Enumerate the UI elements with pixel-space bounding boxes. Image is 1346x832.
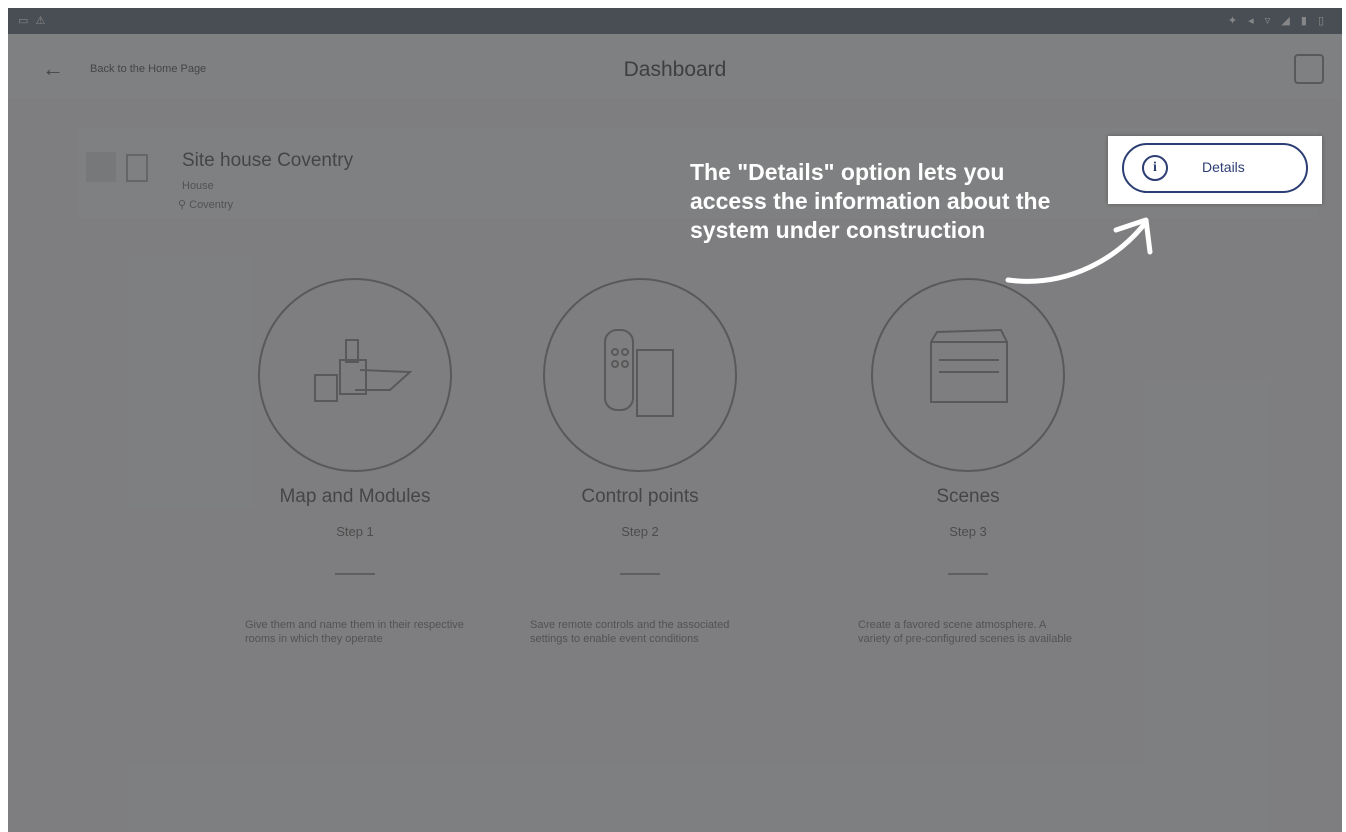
step-divider <box>948 573 988 575</box>
step-description: Give them and name them in their respect… <box>245 619 464 645</box>
profile-icon[interactable] <box>1294 54 1324 84</box>
status-icons: ✦ ◂ ▿ ◢ ▮ ▯ <box>1227 15 1328 27</box>
step-title: Scenes <box>936 486 1000 507</box>
callout-arrow-icon <box>1005 217 1153 284</box>
app-screen: ▭ ⚠ ✦ ◂ ▿ ◢ ▮ ▯ ← Back to the Home Page … <box>8 8 1342 832</box>
step-number: Step 2 <box>621 524 659 539</box>
step-description: Create a favored scene atmosphere. A var… <box>858 619 1073 645</box>
site-thumbnail <box>86 152 116 182</box>
scene-icon[interactable] <box>871 278 1065 472</box>
step-number: Step 3 <box>949 524 987 539</box>
details-highlight: i Details <box>1108 136 1322 204</box>
status-left: ▭ ⚠ <box>18 15 48 27</box>
step-title: Map and Modules <box>279 486 431 507</box>
modules-icon[interactable] <box>258 278 452 472</box>
step-divider <box>620 573 660 575</box>
page-title: Dashboard <box>623 58 727 81</box>
site-type: House <box>182 180 214 192</box>
location-pin-icon: ⚲ <box>178 199 187 211</box>
step-description: Save remote controls and the associated … <box>530 619 730 645</box>
info-icon: i <box>1142 155 1168 181</box>
site-building-icon <box>126 154 148 182</box>
status-bar: ▭ ⚠ ✦ ◂ ▿ ◢ ▮ ▯ <box>8 8 1342 34</box>
step-card-control-points[interactable]: Control points Step 2 Save remote contro… <box>490 278 790 698</box>
step-title: Control points <box>581 486 699 507</box>
site-location-label: Coventry <box>189 199 234 211</box>
site-location: ⚲ Coventry <box>178 198 233 211</box>
site-name: Site house Coventry <box>182 150 354 171</box>
step-divider <box>335 573 375 575</box>
top-bar: ← Back to the Home Page Dashboard <box>8 34 1342 98</box>
details-button[interactable]: i Details <box>1122 143 1308 193</box>
step-card-map-modules[interactable]: Map and Modules Step 1 Give them and nam… <box>205 278 505 698</box>
remote-control-icon[interactable] <box>543 278 737 472</box>
details-button-label: Details <box>1202 159 1245 175</box>
step-card-scenes[interactable]: Scenes Step 3 Create a favored scene atm… <box>818 278 1118 698</box>
step-number: Step 1 <box>336 524 374 539</box>
